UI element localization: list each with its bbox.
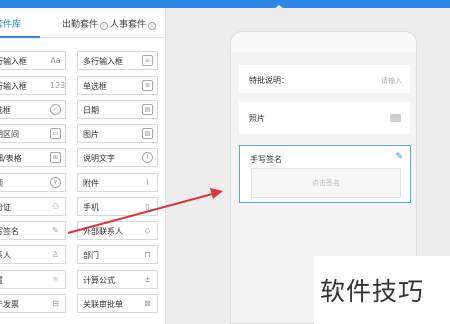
arrow-head [210,188,223,199]
watermark: 软件技巧 [314,256,450,324]
arrow-line [67,192,217,234]
